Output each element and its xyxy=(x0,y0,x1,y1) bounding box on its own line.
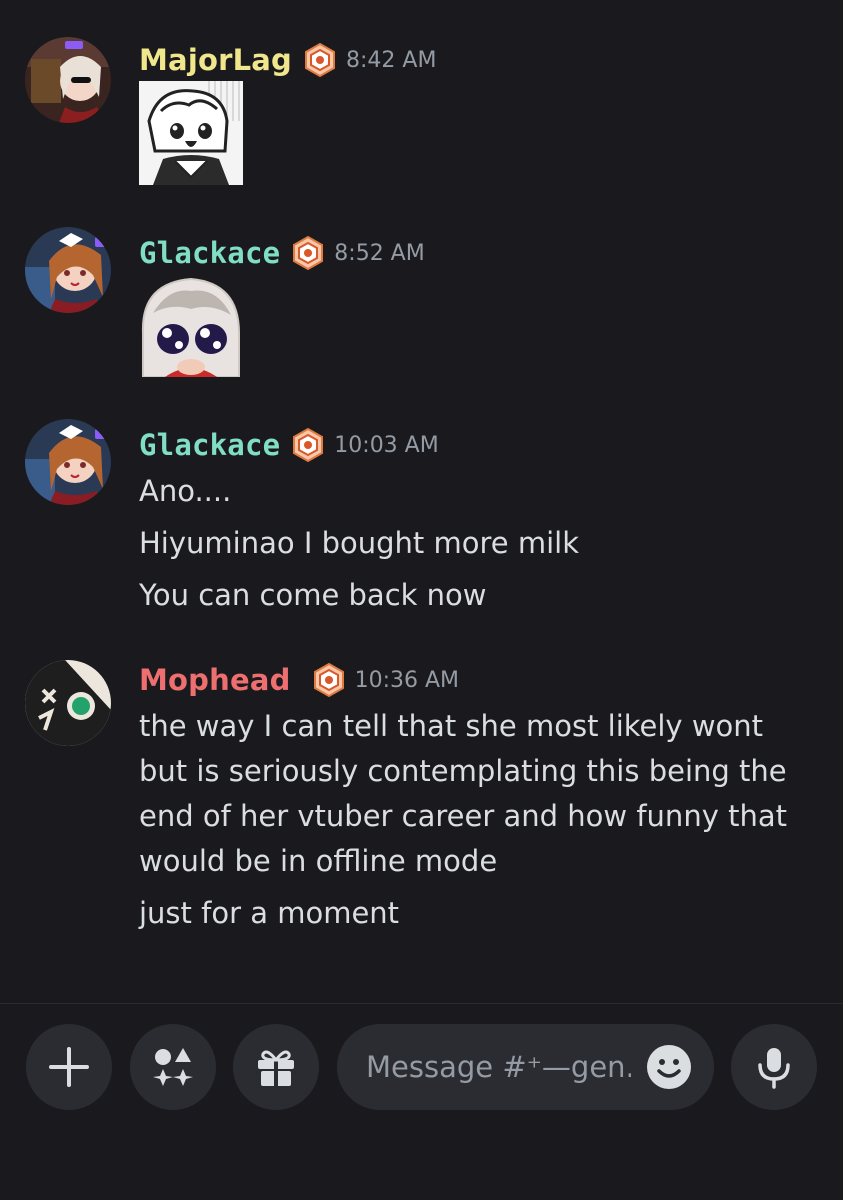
message-line: but is seriously contemplating this bein… xyxy=(139,754,787,788)
author-name[interactable]: Glackace xyxy=(139,236,280,270)
sticker-manga-girl-icon[interactable] xyxy=(139,81,243,185)
message-line: Hiyuminao I bought more milk xyxy=(139,526,579,560)
timestamp: 8:52 AM xyxy=(334,240,425,266)
message-line: Ano.... xyxy=(139,474,232,508)
avatar[interactable] xyxy=(25,660,111,746)
message-composer: Message #⁺—gen... xyxy=(0,1004,843,1200)
timestamp: 10:03 AM xyxy=(334,432,439,458)
sticker-crying-girl-icon[interactable] xyxy=(139,273,243,378)
message-line: would be in offline mode xyxy=(139,844,498,878)
message-content: the way I can tell that she most likely … xyxy=(139,704,819,936)
gift-button[interactable] xyxy=(233,1024,319,1110)
message-line: end of her vtuber career and how funny t… xyxy=(139,799,787,833)
message-line: just for a moment xyxy=(139,896,400,930)
apps-icon xyxy=(153,1048,193,1086)
voice-message-button[interactable] xyxy=(731,1024,817,1110)
message-content: Ano.... Hiyuminao I bought more milk You… xyxy=(139,469,819,618)
microphone-icon xyxy=(758,1048,790,1089)
avatar[interactable] xyxy=(25,419,111,505)
apps-button[interactable] xyxy=(130,1024,216,1110)
message-input[interactable]: Message #⁺—gen... xyxy=(337,1024,714,1110)
server-badge-icon[interactable] xyxy=(302,42,338,78)
gift-icon xyxy=(258,1050,294,1086)
message-line: the way I can tell that she most likely … xyxy=(139,709,764,743)
message-header: Mophead 10:36 AM xyxy=(139,660,459,700)
message-header: Glackace 10:03 AM xyxy=(139,425,439,465)
message-input-placeholder: Message #⁺—gen... xyxy=(366,1050,631,1084)
server-badge-icon[interactable] xyxy=(311,662,347,698)
server-badge-icon[interactable] xyxy=(290,235,326,271)
message-header: MajorLag 8:42 AM xyxy=(139,40,436,80)
author-name[interactable]: Glackace xyxy=(139,428,280,462)
avatar[interactable] xyxy=(25,227,111,313)
avatar[interactable] xyxy=(25,37,111,123)
author-name[interactable]: Mophead xyxy=(139,663,291,697)
emoji-icon[interactable] xyxy=(645,1043,693,1091)
timestamp: 8:42 AM xyxy=(346,47,437,73)
message-line: You can come back now xyxy=(139,578,487,612)
plus-icon xyxy=(49,1047,89,1087)
timestamp: 10:36 AM xyxy=(354,667,460,693)
author-name[interactable]: MajorLag xyxy=(139,43,292,77)
message-header: Glackace 8:52 AM xyxy=(139,233,425,273)
server-badge-icon[interactable] xyxy=(290,427,326,463)
message-feed: MajorLag 8:42 AM Glackace 8:52 AM Glacka… xyxy=(0,0,843,1003)
add-attachment-button[interactable] xyxy=(26,1024,112,1110)
